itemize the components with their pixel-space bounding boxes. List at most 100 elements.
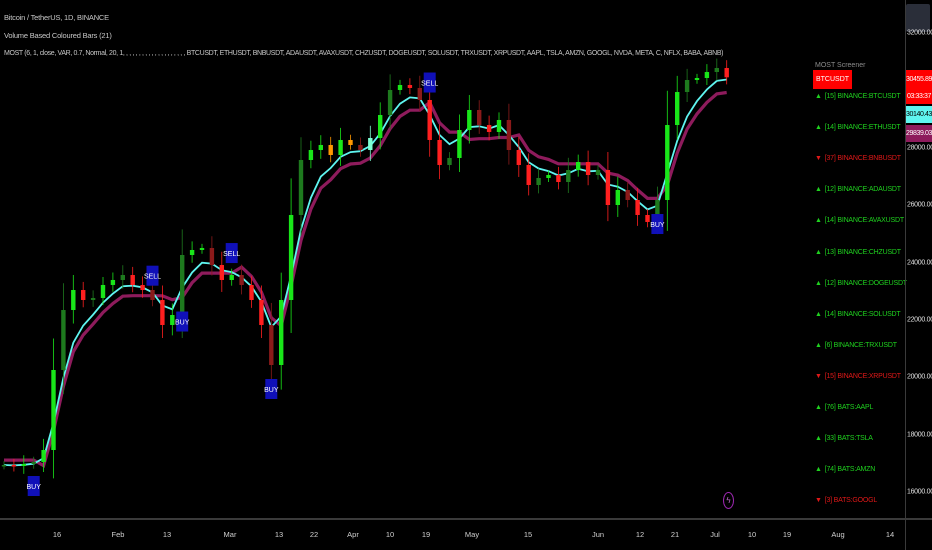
candle <box>387 74 393 130</box>
screener-row: ▲ [14] BINANCE:ETHUSDT <box>815 124 901 131</box>
symbol-legend[interactable]: Bitcoin / TetherUS, 1D, BINANCE <box>4 13 109 22</box>
triangle-up-icon: ▲ <box>815 186 822 194</box>
candle-body <box>635 200 640 215</box>
candle-body <box>516 150 521 165</box>
candle <box>288 178 294 333</box>
candle-body <box>51 369 56 451</box>
signal-label: SELL <box>144 274 161 281</box>
time-tick: 22 <box>309 530 319 539</box>
candle <box>358 137 363 157</box>
screener-row: ▲ [74] BATS:AMZN <box>815 466 875 473</box>
screener-row: ▲ [12] BINANCE:ADAUSDT <box>815 186 901 193</box>
screener-row-text: [74] BATS:AMZN <box>824 466 876 474</box>
countdown-label: 03:33:37 <box>906 89 932 104</box>
triangle-down-icon: ▼ <box>815 155 822 163</box>
candle-body <box>348 139 353 145</box>
candle <box>486 115 492 141</box>
scale-settings-button[interactable] <box>906 4 930 32</box>
candle-body <box>110 279 116 285</box>
candle <box>308 140 314 169</box>
candle <box>81 281 86 308</box>
price-chart[interactable]: BUY SELL BUY SELL BUY SELL BUY <box>0 0 905 518</box>
candle-body <box>467 110 472 131</box>
candle-body <box>536 177 541 185</box>
candle-body <box>496 119 502 132</box>
candle <box>407 78 413 95</box>
candle-body <box>704 72 710 79</box>
candle-body <box>219 265 224 280</box>
candle <box>71 274 76 324</box>
screener-row-text: [3] BATS:GOOGL <box>824 497 878 505</box>
candle-body <box>694 78 700 81</box>
screener-row-text: [12] BINANCE:ADAUSDT <box>824 186 901 194</box>
candle-body <box>447 157 452 165</box>
time-tick: Jul <box>710 530 720 539</box>
candle-body <box>298 159 304 215</box>
candle-body <box>170 315 175 325</box>
screener-title: MOST Screener <box>815 62 866 69</box>
candle <box>209 236 215 276</box>
candle <box>397 79 403 95</box>
candle-body <box>308 150 314 160</box>
candle-body <box>71 290 76 311</box>
candle <box>704 64 710 86</box>
indicator-legend-most[interactable]: MOST (6, 1, close, VAR, 0.7, Normal, 20,… <box>4 50 724 57</box>
time-tick: 15 <box>523 530 533 539</box>
screener-row-text: [15] BINANCE:BTCUSDT <box>824 93 901 100</box>
candle <box>605 152 611 222</box>
screener-row: ▲ [6] BINANCE:TRXUSDT <box>815 342 897 349</box>
triangle-up-icon: ▲ <box>815 217 822 225</box>
candle-body <box>288 214 294 300</box>
time-tick: Apr <box>347 530 359 539</box>
candle-body <box>387 89 393 115</box>
time-tick: 13 <box>274 530 284 539</box>
candle-body <box>645 214 650 222</box>
candle-body <box>625 189 630 201</box>
signal-label: BUY <box>264 387 279 394</box>
candle-body <box>397 85 403 90</box>
candles <box>1 58 729 479</box>
candle-body <box>526 164 531 185</box>
signal-label: BUY <box>26 484 41 491</box>
price-tick: 28000.00 <box>907 144 932 152</box>
screener-row: ▲ [14] BINANCE:AVAXUSDT <box>815 217 904 224</box>
triangle-up-icon: ▲ <box>815 248 822 256</box>
candle <box>199 243 205 254</box>
candle <box>447 152 452 171</box>
candle-body <box>199 247 205 251</box>
candle-body <box>615 189 620 205</box>
candle-body <box>239 274 244 285</box>
candle-body <box>120 274 125 280</box>
price-tick: 20000.00 <box>907 373 932 381</box>
sell-signal: SELL <box>223 243 240 264</box>
candle-body <box>546 175 551 178</box>
triangle-up-icon: ▲ <box>815 310 822 318</box>
candle <box>160 285 165 339</box>
lightning-event-icon[interactable]: ϟ <box>723 492 734 509</box>
screener-row: ▲ [33] BATS:TSLA <box>815 435 873 442</box>
candle-body <box>81 290 86 300</box>
candle <box>724 60 729 85</box>
symbol-badge: BTCUSDT <box>813 70 852 89</box>
candle <box>585 150 591 186</box>
signal-label: BUY <box>650 222 665 229</box>
candle <box>328 136 333 163</box>
candle <box>457 114 462 172</box>
candle-body <box>358 144 363 151</box>
candle <box>1 461 7 470</box>
screener-row-text: [12] BINANCE:DOGEUSDT <box>824 279 907 287</box>
indicator-legend-volume-bars[interactable]: Volume Based Coloured Bars (21) <box>4 31 112 40</box>
buy-signal: BUY <box>264 379 279 400</box>
candle-body <box>338 139 343 156</box>
time-tick: Aug <box>831 530 845 539</box>
candle-body <box>457 130 462 158</box>
triangle-up-icon: ▲ <box>815 93 822 100</box>
candle-body <box>585 162 591 176</box>
candle-body <box>486 125 492 132</box>
candle-body <box>427 99 432 140</box>
candle-body <box>378 114 383 139</box>
time-tick: 12 <box>635 530 645 539</box>
candle-body <box>407 85 413 88</box>
candle <box>279 272 284 390</box>
candle <box>51 338 56 479</box>
